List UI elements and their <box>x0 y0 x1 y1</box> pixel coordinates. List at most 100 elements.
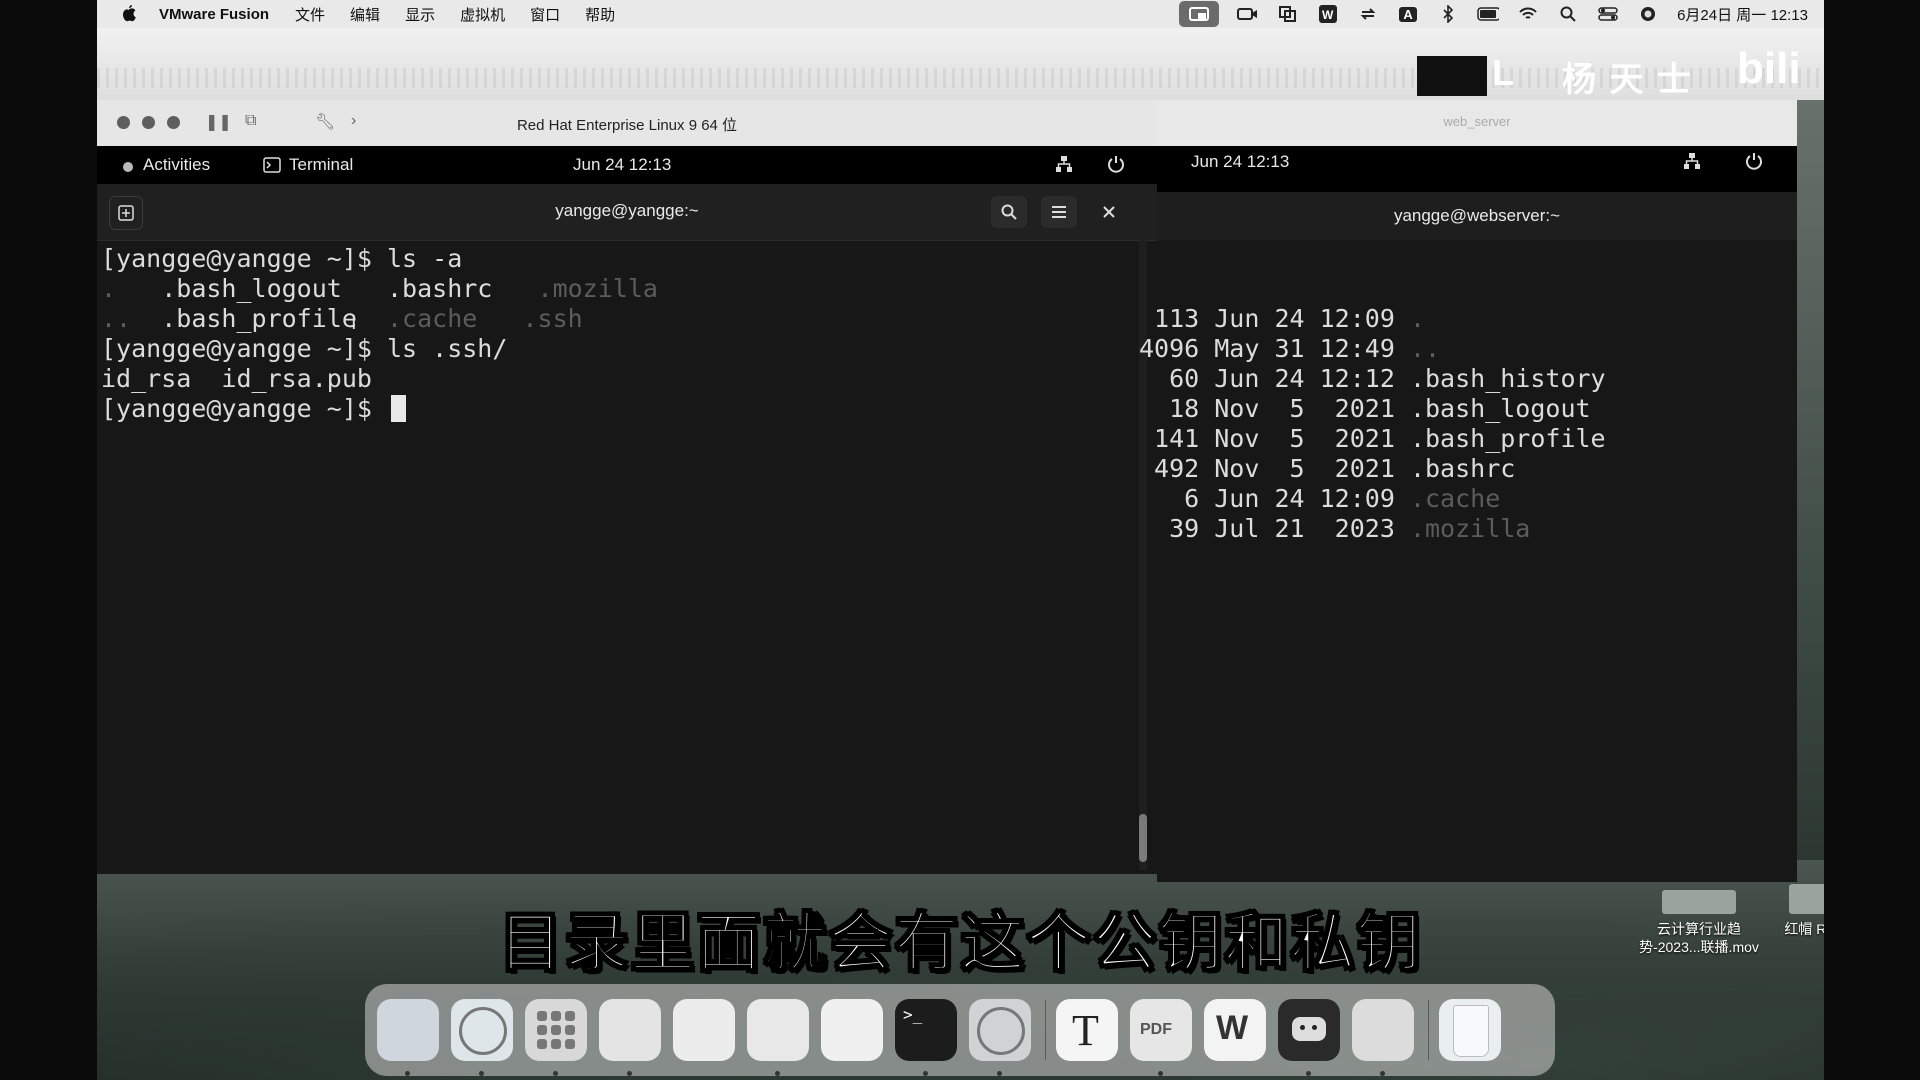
dock-trash-icon[interactable] <box>1439 999 1501 1061</box>
shell-command: ls -a <box>386 244 463 273</box>
search-icon[interactable] <box>991 196 1027 228</box>
stream-overlay-text: 杨 天 士 <box>1562 61 1693 99</box>
listing-filename: .bash_logout <box>1409 394 1591 423</box>
menu-edit[interactable]: 编辑 <box>350 4 380 25</box>
gnome-clock-2[interactable]: Jun 24 12:13 <box>1191 152 1289 172</box>
wps-icon[interactable]: W <box>1317 5 1339 23</box>
shell-prompt: [yangge@yangge ~]$ <box>101 244 387 273</box>
input-a-icon[interactable]: A <box>1397 6 1419 22</box>
terminal-line: [yangge@yangge ~]$ <box>101 394 1141 424</box>
terminal-window-2: yangge@webserver:~ 113 Jun 24 12:09 . 409… <box>1139 192 1797 882</box>
battery-icon[interactable] <box>1477 6 1500 22</box>
screen-mirror-icon[interactable] <box>1179 1 1220 27</box>
copy-icon[interactable] <box>1277 6 1299 22</box>
scrollbar-thumb[interactable] <box>1139 814 1147 862</box>
listing-filename: .bash_history <box>1409 364 1606 393</box>
dock-launchpad-icon[interactable] <box>525 999 587 1076</box>
output-text: id_rsa id_rsa.pub <box>101 364 372 393</box>
input-source-label: A <box>1399 6 1417 22</box>
running-indicator <box>553 1071 558 1076</box>
listing-row: 39 Jul 21 2023 .mozilla <box>1139 514 1739 544</box>
listing-filename: .. <box>1409 334 1441 363</box>
dock-finder-icon[interactable] <box>377 999 439 1076</box>
sync-icon[interactable] <box>1357 6 1379 22</box>
svg-text:W: W <box>1322 8 1334 22</box>
terminal-line: [yangge@yangge ~]$ ls .ssh/ <box>101 334 1141 364</box>
running-indicator <box>775 1071 780 1076</box>
terminal-line: id_rsa id_rsa.pub <box>101 364 1141 394</box>
activities-button[interactable]: Activities <box>121 155 210 175</box>
menu-help[interactable]: 帮助 <box>585 4 615 25</box>
activities-label: Activities <box>143 155 211 174</box>
close-icon[interactable] <box>1091 196 1127 228</box>
network-icon[interactable] <box>1055 155 1073 173</box>
menu-file[interactable]: 文件 <box>295 4 325 25</box>
shell-command: ls .ssh/ <box>386 334 508 363</box>
menubar-status-area: W A 6月24日 周一 12:13 <box>1179 0 1808 28</box>
power-icon[interactable] <box>1107 155 1125 173</box>
running-indicator <box>1158 1071 1163 1076</box>
terminal-output[interactable]: [yangge@yangge ~]$ ls -a. .bash_logout .… <box>101 244 1141 864</box>
app-menu-terminal[interactable]: Terminal <box>263 155 353 175</box>
running-indicator <box>405 1071 410 1076</box>
vm-window-title: Red Hat Enterprise Linux 9 64 位 <box>516 117 738 134</box>
terminal-icon <box>263 157 281 173</box>
letterbox-left <box>0 0 97 1080</box>
listing-row: 60 Jun 24 12:12 .bash_history <box>1139 364 1739 394</box>
listing-meta: 492 Nov 5 2021 <box>1139 454 1410 483</box>
camera-icon[interactable] <box>1237 6 1259 22</box>
vmware-window-titlebar: ❚❚ ⧉ 🔧︎ › Red Hat Enterprise Linux 9 64 … <box>97 100 1157 147</box>
control-center-icon[interactable] <box>1597 6 1619 22</box>
running-indicator <box>997 1071 1002 1076</box>
dock-wps-icon[interactable]: W <box>1204 999 1266 1061</box>
dock-terminal-icon[interactable]: >_ <box>895 999 957 1076</box>
output-text: .bash_logout <box>161 274 387 303</box>
listing-filename: .bash_profile <box>1409 424 1606 453</box>
siri-icon[interactable] <box>1637 6 1659 22</box>
bluetooth-icon[interactable] <box>1437 5 1459 23</box>
output-text: .. <box>101 304 162 333</box>
dock-pdf-app-icon[interactable]: PDF <box>1130 999 1192 1076</box>
menu-window[interactable]: 窗口 <box>530 4 560 25</box>
mac-screen: VMware Fusion 文件 编辑 显示 虚拟机 窗口 帮助 W A 6月2… <box>97 0 1824 1080</box>
terminal-line: .. .bash_profile .cache .ssh <box>101 304 1141 334</box>
listing-row: 141 Nov 5 2021 .bash_profile <box>1139 424 1739 454</box>
terminal2-output[interactable]: 113 Jun 24 12:09 . 4096 May 31 12:49 .. 6… <box>1139 304 1739 544</box>
listing-row: 492 Nov 5 2021 .bashrc <box>1139 454 1739 484</box>
running-indicator <box>1306 1071 1311 1076</box>
listing-row: 18 Nov 5 2021 .bash_logout <box>1139 394 1739 424</box>
listing-row: 4096 May 31 12:49 .. <box>1139 334 1739 364</box>
gnome-topbar-2: Jun 24 12:13 <box>1157 146 1797 192</box>
dock-messages-icon[interactable] <box>599 999 661 1076</box>
menu-vm[interactable]: 虚拟机 <box>460 4 505 25</box>
mac-menubar: VMware Fusion 文件 编辑 显示 虚拟机 窗口 帮助 W A 6月2… <box>97 0 1824 28</box>
terminal2-title: yangge@webserver:~ <box>1393 206 1561 225</box>
dock-separator <box>1428 1000 1429 1060</box>
running-indicator <box>627 1071 632 1076</box>
apple-icon[interactable] <box>121 5 137 23</box>
dock-pencil-app-icon[interactable] <box>673 999 735 1061</box>
dock-safari-icon[interactable] <box>451 999 513 1076</box>
vmware-window2-titlebar: web_server <box>1157 100 1797 146</box>
menubar-clock[interactable]: 6月24日 周一 12:13 <box>1677 4 1808 25</box>
menu-icon[interactable] <box>1041 196 1077 228</box>
menubar-app-name[interactable]: VMware Fusion <box>159 6 269 23</box>
running-indicator <box>1380 1071 1385 1076</box>
dock-window-app-icon[interactable] <box>821 999 883 1061</box>
wifi-icon[interactable] <box>1517 6 1539 22</box>
menu-view[interactable]: 显示 <box>405 4 435 25</box>
search-icon[interactable] <box>1557 6 1579 22</box>
mac-dock: >_ T PDF W <box>365 984 1555 1076</box>
gnome-clock[interactable]: Jun 24 12:13 <box>573 155 671 175</box>
network-icon[interactable] <box>1683 152 1701 170</box>
dock-freeform-icon[interactable] <box>747 999 809 1076</box>
bilibili-watermark: bili <box>1737 44 1801 93</box>
listing-meta: 4096 May 31 12:49 <box>1139 334 1410 363</box>
dock-chat-bot-icon[interactable] <box>1278 999 1340 1076</box>
dock-vmware-fusion-icon[interactable] <box>1352 999 1414 1076</box>
dock-typora-icon[interactable]: T <box>1056 999 1118 1061</box>
dock-circle-app-icon[interactable] <box>969 999 1031 1076</box>
power-icon[interactable] <box>1745 152 1763 170</box>
listing-meta: 6 Jun 24 12:09 <box>1139 484 1410 513</box>
text-cursor <box>390 395 406 422</box>
